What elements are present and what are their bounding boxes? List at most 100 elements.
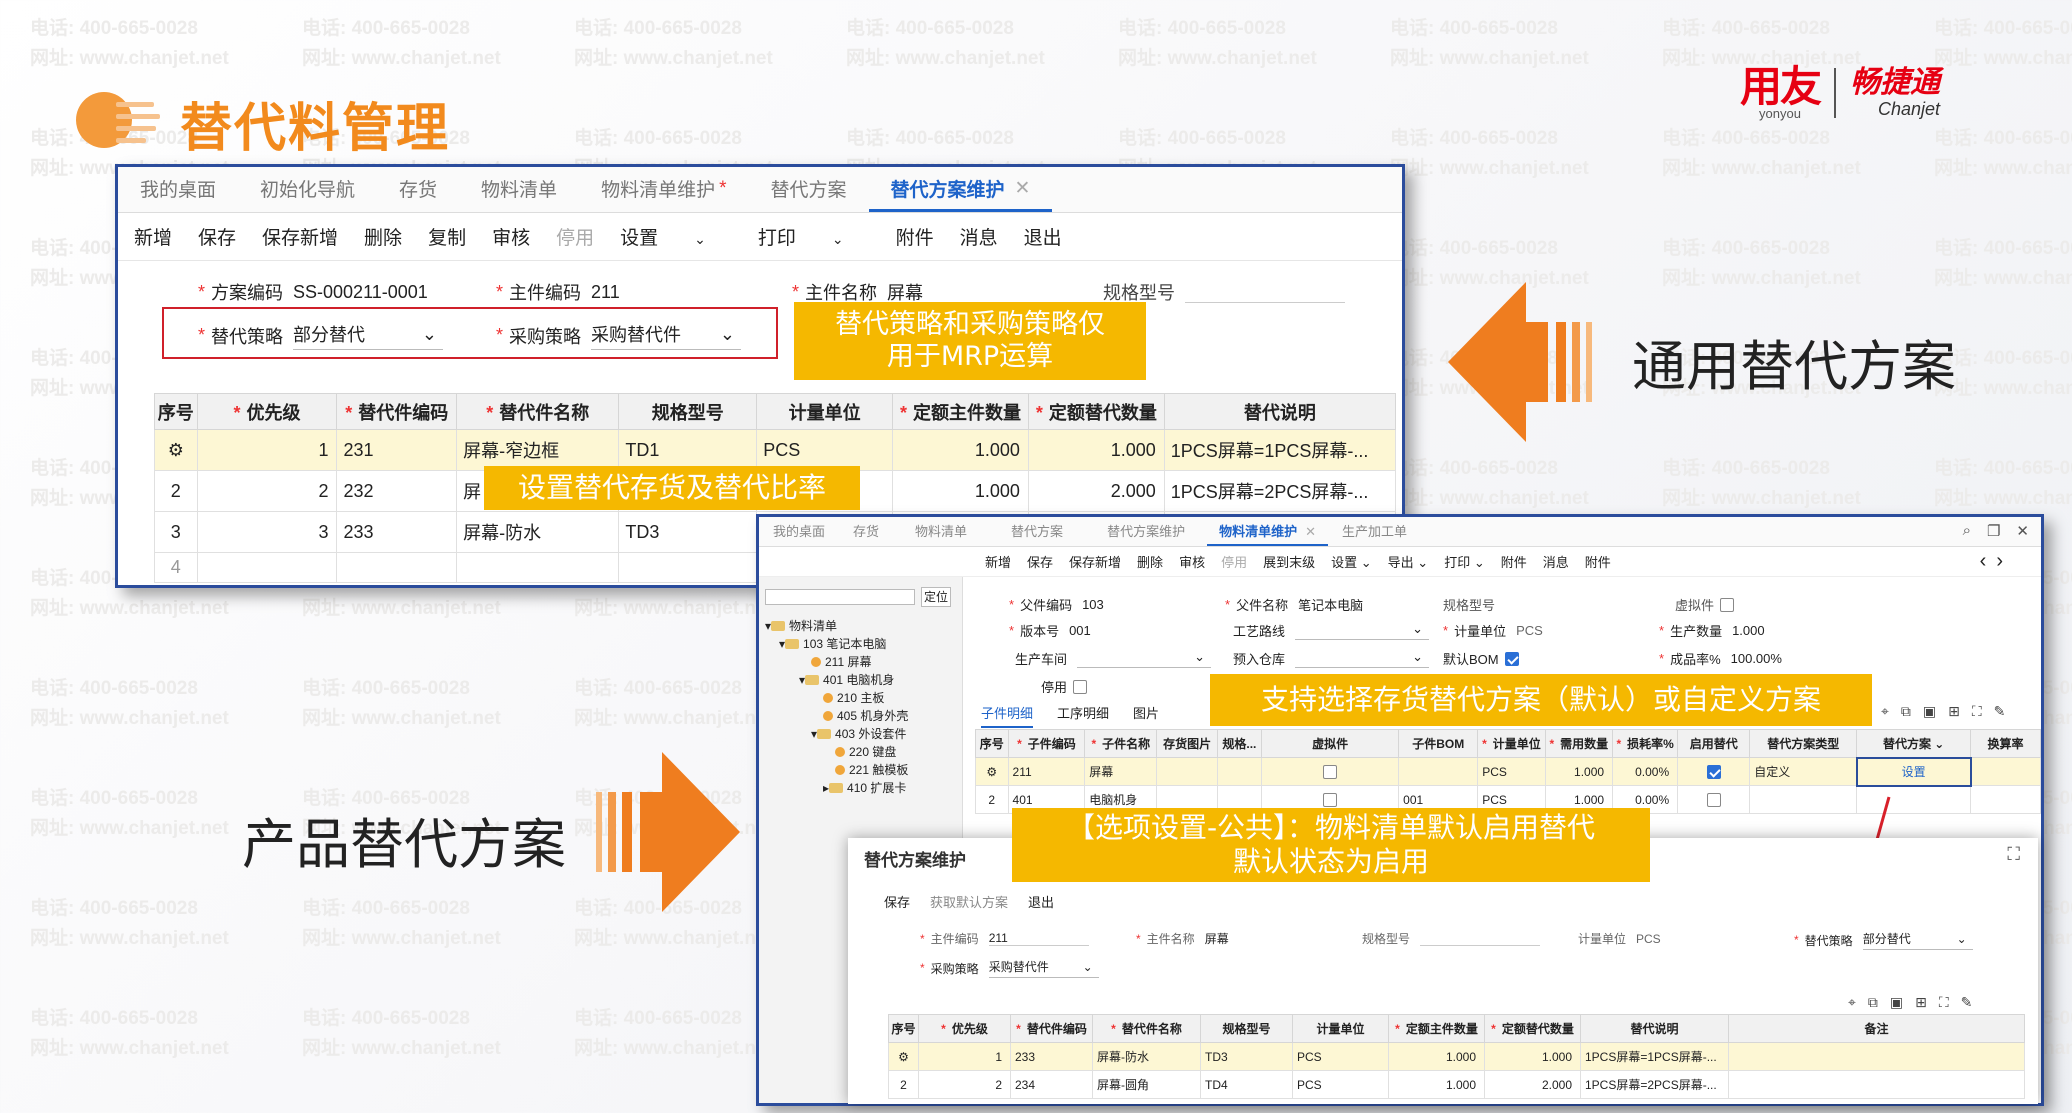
main-code-field[interactable]: * 主件编码 211 [920,930,1089,947]
tab-inventory[interactable]: 存货 [839,521,893,546]
table-row[interactable]: ⚙ 1 231 屏幕-窄边框 TD1 PCS 1.000 1.000 1PCS屏… [154,429,1397,471]
enable-substitute-checkbox[interactable] [1677,757,1751,786]
tree-node[interactable]: 221 触模板 [835,761,908,778]
new-button[interactable]: 新增 [134,223,172,250]
exit-button[interactable]: 退出 [1024,223,1062,250]
delete-button[interactable]: 删除 [1137,552,1163,571]
tab-substitute-maintain[interactable]: 替代方案维护 [1085,521,1207,546]
save-new-button[interactable]: 保存新增 [262,223,338,250]
purchase-select[interactable]: * 采购策略 采购替代件 ⌄ [496,321,742,350]
workshop-select[interactable]: 生产车间 ⌄ [1015,649,1212,668]
save-button[interactable]: 保存 [884,892,910,911]
tree-node[interactable]: 220 键盘 [835,743,896,760]
close-icon[interactable]: ✕ [2016,522,2029,540]
locate-button[interactable]: 定位 [921,587,951,607]
parent-code-field[interactable]: * 父件编码 103 [1009,595,1104,614]
unit-field[interactable]: * 计量单位 PCS [1443,621,1543,640]
attachment-button[interactable]: 附件 [896,223,934,250]
tab-child-detail[interactable]: 子件明细 [981,703,1034,728]
close-icon[interactable]: ✕ [1305,524,1316,539]
yield-field[interactable]: * 成品率% 100.00% [1659,649,1782,668]
save-button[interactable]: 保存 [1027,552,1053,571]
tree-node[interactable]: ▾ 103 笔记本电脑 [779,635,886,652]
new-button[interactable]: 新增 [985,552,1011,571]
tree-node[interactable]: 210 主板 [823,689,884,706]
image-icon[interactable]: ⊞ [1948,703,1960,720]
tab-inventory[interactable]: 存货 [377,175,459,212]
parent-name-field[interactable]: * 父件名称 笔记本电脑 [1225,595,1363,614]
spec-field[interactable]: 规格型号 [1443,595,1495,614]
tab-my-desktop[interactable]: 我的桌面 [118,175,238,212]
copy-button[interactable]: 复制 [428,223,466,250]
gear-icon[interactable]: ⚙ [888,1042,919,1071]
col-priority[interactable]: * 优先级 [196,393,338,430]
copy-row-icon[interactable]: ⧉ [1868,994,1878,1011]
tab-bom-maintain[interactable]: 物料清单维护 ✕ [1207,521,1328,546]
settings-menu[interactable]: 设置 ⌄ [620,223,732,250]
tab-production-order[interactable]: 生产加工单 [1328,521,1421,546]
tab-my-desktop[interactable]: 我的桌面 [759,521,839,546]
col-seq[interactable]: 序号 [154,393,198,430]
tab-substitute-maintain[interactable]: 替代方案维护 ✕ [868,175,1053,212]
scheme-code-field[interactable]: * 方案编码 SS-000211-0001 [198,279,428,305]
col-spec[interactable]: 规格型号 [618,393,758,430]
tree-search-input[interactable] [765,589,915,605]
table-row[interactable]: ⚙ 211 屏幕 PCS 1.000 0.00% 自定义 设置 [975,756,2041,787]
main-code-field[interactable]: * 主件编码 211 [496,279,620,305]
print-menu[interactable]: 打印 ⌄ [1444,552,1485,571]
locate-pin-icon[interactable]: ⌖ [1848,994,1856,1011]
version-field[interactable]: * 版本号 001 [1009,621,1091,640]
strategy-select[interactable]: * 替代策略 部分替代 ⌄ [198,321,444,350]
col-main-qty[interactable]: * 定额主件数量 [892,393,1029,430]
message-button[interactable]: 消息 [960,223,998,250]
spec-field[interactable]: 规格型号 [1362,930,1541,947]
prod-qty-field[interactable]: * 生产数量 1.000 [1659,621,1765,640]
tree-node[interactable]: ▾ 物料清单 [765,617,837,634]
route-select[interactable]: 工艺路线 ⌄ [1233,621,1430,640]
message-button[interactable]: 消息 [1543,552,1569,571]
default-bom-checkbox[interactable]: 默认BOM [1443,649,1519,668]
col-sub-name[interactable]: * 替代件名称 [456,393,620,430]
virtual-checkbox[interactable] [1260,757,1400,786]
paste-icon[interactable]: ▣ [1923,703,1936,720]
tab-init-nav[interactable]: 初始化导航 [238,175,377,212]
delete-button[interactable]: 删除 [364,223,402,250]
gear-icon[interactable]: ⚙ [154,429,198,471]
attachment-button-2[interactable]: 附件 [1585,552,1611,571]
table-row[interactable]: 2 2 234 屏幕-圆角 TD4 PCS 1.000 2.000 1PCS屏幕… [888,1070,2025,1099]
save-button[interactable]: 保存 [198,223,236,250]
tree-node[interactable]: ▾ 403 外设套件 [811,725,906,742]
unit-field[interactable]: 计量单位 PCS [1578,930,1661,947]
tab-bom[interactable]: 物料清单 [459,175,579,212]
nav-arrows[interactable]: ‹› [1980,550,2013,573]
save-new-button[interactable]: 保存新增 [1069,552,1121,571]
main-name-field[interactable]: * 主件名称 屏幕 [1136,930,1229,947]
maximize-icon[interactable]: ⛶ [2007,844,2020,865]
print-menu[interactable]: 打印 ⌄ [758,223,870,250]
table-row[interactable]: ⚙ 1 233 屏幕-防水 TD3 PCS 1.000 1.000 1PCS屏幕… [888,1042,2025,1071]
edit-icon[interactable]: ✎ [1961,994,1973,1011]
expand-icon[interactable]: ⛶ [1939,994,1949,1011]
restore-icon[interactable]: ❐ [1987,522,2000,540]
expand-icon[interactable]: ⛶ [1972,703,1982,720]
tab-substitute-scheme[interactable]: 替代方案 [989,521,1085,546]
virtual-checkbox[interactable]: 虚拟件 [1675,595,1735,614]
warehouse-select[interactable]: 预入仓库 ⌄ [1233,649,1430,668]
tree-node[interactable]: ▾ 401 电脑机身 [799,671,894,688]
attachment-button[interactable]: 附件 [1501,552,1527,571]
col-sub-qty[interactable]: * 定额替代数量 [1027,393,1165,430]
gear-icon[interactable]: ⚙ [975,757,1009,786]
image-icon[interactable]: ⊞ [1915,994,1927,1011]
audit-button[interactable]: 审核 [1179,552,1205,571]
settings-menu[interactable]: 设置 ⌄ [1331,552,1372,571]
exit-button[interactable]: 退出 [1028,892,1054,911]
paste-icon[interactable]: ▣ [1890,994,1903,1011]
enable-substitute-checkbox[interactable] [1677,785,1751,814]
tab-bom-maintain[interactable]: 物料清单维护 * [579,175,748,212]
edit-icon[interactable]: ✎ [1994,703,2006,720]
close-icon[interactable]: ✕ [1015,177,1031,200]
search-icon[interactable]: ⌕ [1963,522,1971,540]
col-sub-code[interactable]: * 替代件编码 [336,393,458,430]
audit-button[interactable]: 审核 [492,223,530,250]
disable-button[interactable]: 停用 [1221,552,1247,571]
